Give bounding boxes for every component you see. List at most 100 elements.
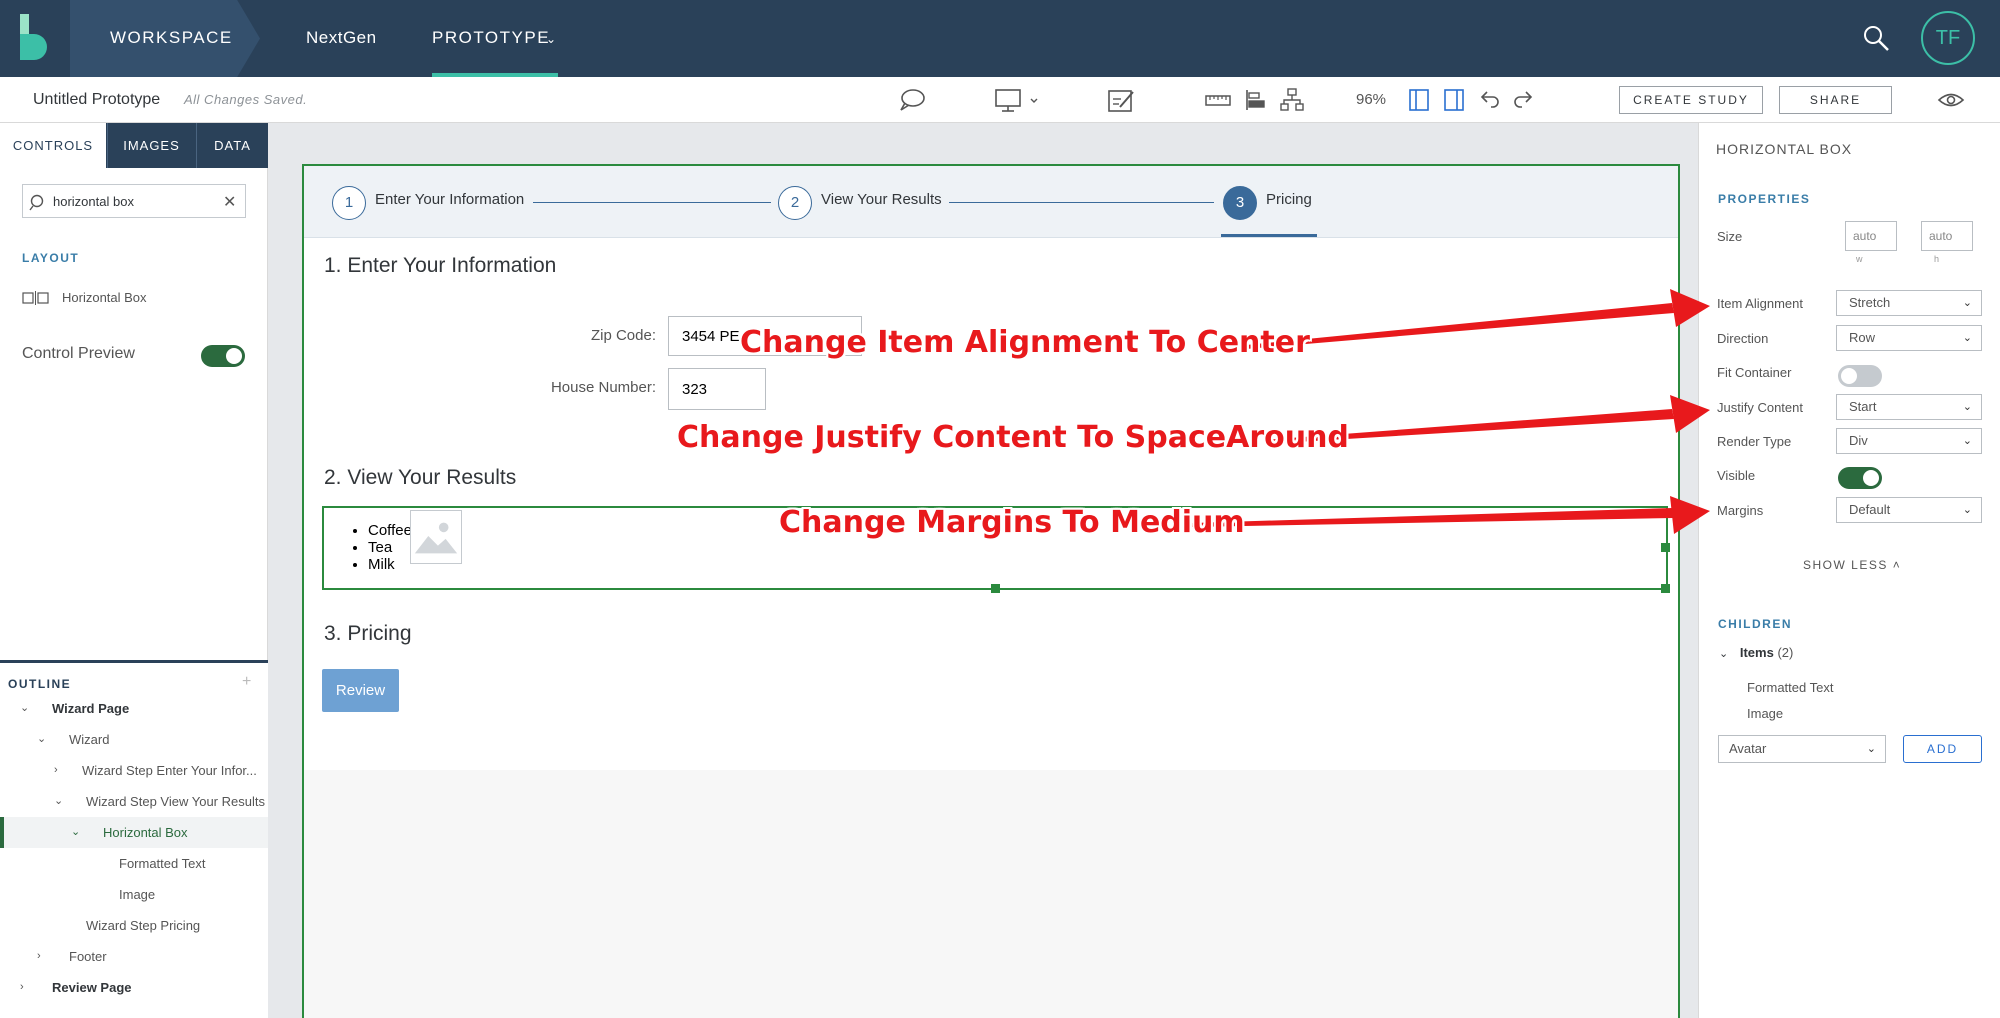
top-navigation-bar: WORKSPACE NextGen PROTOTYPE ⌄ TF [0,0,2000,77]
layout-right-icon[interactable] [1443,87,1465,113]
active-step-indicator [1221,234,1317,237]
chevron-right-icon[interactable]: › [37,941,41,972]
outline-item-review-page[interactable]: › Review Page [0,972,268,1003]
justify-content-select[interactable]: Start ⌄ [1836,394,1982,420]
workspace-label[interactable]: WORKSPACE [110,0,233,75]
item-alignment-label: Item Alignment [1717,296,1803,311]
formatted-text-list[interactable]: Coffee Tea Milk [368,522,412,573]
wizard-step-2-label[interactable]: View Your Results [821,191,942,208]
size-width-input[interactable]: auto [1845,221,1897,251]
ruler-icon[interactable] [1204,87,1232,113]
child-item-image[interactable]: Image [1747,706,1783,721]
prototype-toolbar: Untitled Prototype All Changes Saved. 96… [0,77,2000,123]
tab-data[interactable]: DATA [196,123,268,168]
tab-controls[interactable]: CONTROLS [0,123,106,168]
render-type-select[interactable]: Div ⌄ [1836,428,1982,454]
plus-icon[interactable]: + [242,673,251,691]
hierarchy-icon[interactable] [1280,87,1304,113]
undo-icon[interactable] [1478,87,1500,113]
chevron-down-icon[interactable]: ⌄ [37,724,46,755]
outline-item-label: Image [119,887,156,902]
chevron-right-icon[interactable]: › [54,755,58,786]
fit-container-toggle[interactable] [1838,365,1882,387]
outline-item-footer[interactable]: › Footer [0,941,268,972]
align-icon[interactable] [1244,87,1266,113]
app-logo-icon[interactable] [18,14,58,62]
control-search-input[interactable] [53,191,213,211]
direction-select[interactable]: Row ⌄ [1836,325,1982,351]
control-preview-label: Control Preview [22,345,135,362]
outline-item-wizard-page[interactable]: ⌄ Wizard Page [0,693,268,724]
fit-container-label: Fit Container [1717,365,1792,380]
user-avatar[interactable]: TF [1921,11,1975,65]
wizard-step-1-label[interactable]: Enter Your Information [375,191,524,208]
chevron-right-icon[interactable]: › [20,972,24,1003]
properties-heading: PROPERTIES [1718,192,1811,206]
prototype-menu[interactable]: PROTOTYPE ⌄ [432,0,558,77]
visible-toggle[interactable] [1838,467,1882,489]
chevron-down-icon[interactable]: ⌄ [71,817,80,848]
wizard-step-2-number[interactable]: 2 [778,186,812,220]
margins-select[interactable]: Default ⌄ [1836,497,1982,523]
eye-icon[interactable] [1937,87,1965,113]
show-less-toggle[interactable]: SHOW LESS ˄ [1803,558,1901,572]
items-label: Items [1739,645,1774,660]
chevron-down-icon[interactable]: ⌄ [54,786,63,817]
render-type-label: Render Type [1717,434,1792,449]
outline-item-wizard-step-view[interactable]: ⌄ Wizard Step View Your Results [0,786,268,817]
create-study-button[interactable]: CREATE STUDY [1619,86,1763,114]
redo-icon[interactable] [1513,87,1535,113]
outline-item-label: Wizard Step Enter Your Infor... [82,763,257,778]
comment-icon[interactable] [898,87,926,113]
outline-item-horizontal-box[interactable]: ⌄ Horizontal Box [0,817,268,848]
resize-handle-bottom[interactable] [991,584,1000,593]
layout-left-icon[interactable] [1408,87,1430,113]
chevron-down-icon[interactable]: ⌄ [1719,648,1728,660]
add-child-select-value: Avatar [1729,741,1767,756]
zip-code-label: Zip Code: [590,327,656,344]
outline-item-formatted-text[interactable]: Formatted Text [0,848,268,879]
outline-item-label: Wizard Step View Your Results [86,794,265,809]
search-icon[interactable] [1862,24,1890,52]
house-number-input[interactable] [668,368,766,410]
resize-handle-right[interactable] [1661,543,1670,552]
prototype-menu-label: PROTOTYPE [432,28,551,47]
image-placeholder-icon[interactable] [410,510,462,564]
horizontal-box-icon [22,291,49,305]
annotate-icon[interactable] [1106,87,1136,113]
wizard-step-3-label[interactable]: Pricing [1266,191,1312,208]
wizard-connector [949,202,1214,203]
chevron-down-icon[interactable]: ⌄ [20,693,29,724]
size-height-input[interactable]: auto [1921,221,1973,251]
outline-item-label: Horizontal Box [103,825,188,840]
share-button[interactable]: SHARE [1779,86,1892,114]
outline-item-label: Wizard Page [52,701,130,716]
outline-item-wizard-step-pricing[interactable]: Wizard Step Pricing [0,910,268,941]
control-preview-toggle[interactable] [201,345,245,367]
child-item-formatted-text[interactable]: Formatted Text [1747,680,1833,695]
outline-item-label: Review Page [52,980,132,995]
add-child-button[interactable]: ADD [1903,735,1982,763]
prototype-frame[interactable]: 1 Enter Your Information 2 View Your Res… [302,164,1680,1018]
outline-item-wizard-step-enter[interactable]: › Wizard Step Enter Your Infor... [0,755,268,786]
review-button[interactable]: Review [322,669,399,712]
desktop-icon[interactable] [994,87,1042,113]
page-footer-area [304,770,1678,1018]
zoom-level[interactable]: 96% [1356,77,1386,123]
resize-handle-corner[interactable] [1661,584,1670,593]
prototype-title[interactable]: Untitled Prototype [33,77,160,123]
control-horizontal-box[interactable]: Horizontal Box [22,287,222,309]
outline-item-image[interactable]: Image [0,879,268,910]
clear-search-icon[interactable]: ✕ [223,192,236,212]
project-name-link[interactable]: NextGen [306,0,377,75]
chevron-up-icon: ˄ [1892,558,1902,572]
add-child-select[interactable]: Avatar ⌄ [1718,735,1886,763]
children-heading: CHILDREN [1718,617,1792,631]
item-alignment-select[interactable]: Stretch ⌄ [1836,290,1982,316]
chevron-down-icon: ⌄ [1962,332,1972,344]
outline-item-wizard[interactable]: ⌄ Wizard [0,724,268,755]
children-items-group[interactable]: ⌄ Items (2) [1719,645,1793,660]
tab-images[interactable]: IMAGES [107,123,195,168]
wizard-step-3-number[interactable]: 3 [1223,186,1257,220]
wizard-step-1-number[interactable]: 1 [332,186,366,220]
